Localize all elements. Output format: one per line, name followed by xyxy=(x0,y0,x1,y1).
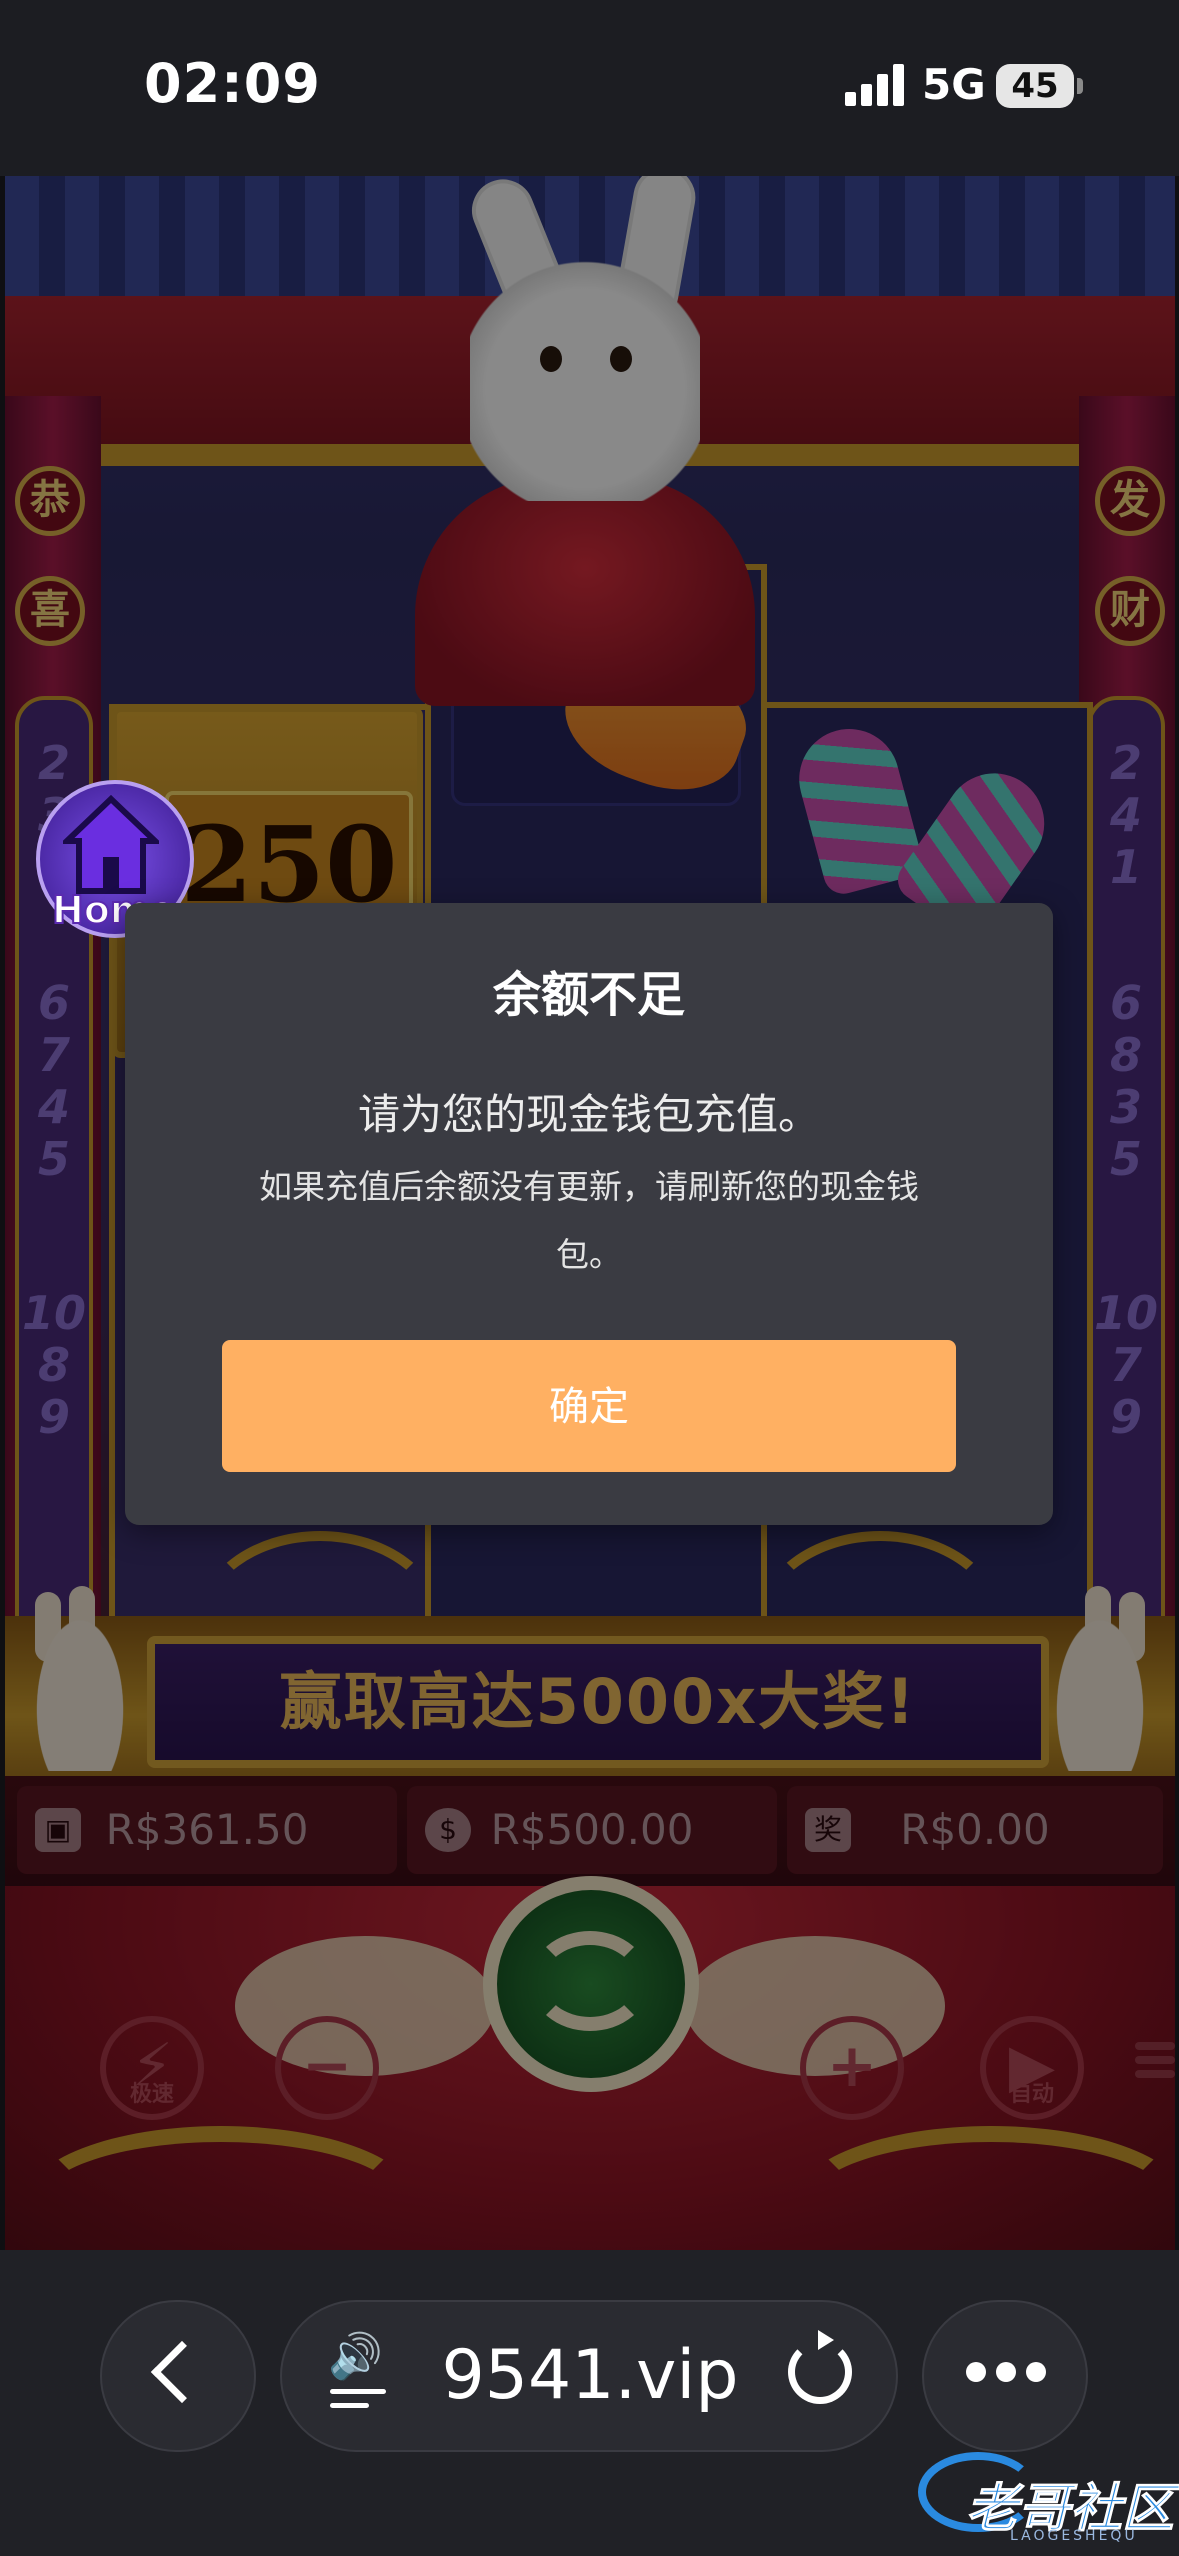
house-icon xyxy=(63,795,159,894)
dialog-title: 余额不足 xyxy=(492,967,685,1023)
battery-icon: 45 xyxy=(996,64,1074,108)
signal-icon xyxy=(845,62,907,106)
confirm-button[interactable]: 确定 xyxy=(222,1340,956,1472)
watermark-subtext: LAOGESHEQU xyxy=(1010,2528,1138,2544)
status-time: 02:09 xyxy=(144,52,321,115)
network-type: 5G xyxy=(922,60,986,109)
url-text[interactable]: 9541.vip xyxy=(430,2336,750,2415)
dialog-message: 请为您的现金钱包充值。 xyxy=(357,1090,820,1139)
more-dots-icon xyxy=(966,2362,1046,2386)
audio-playing-icon[interactable]: 🔊 xyxy=(328,2330,383,2382)
reload-arrowhead xyxy=(818,2330,834,2350)
dialog-sub-message: 如果充值后余额没有更新，请刷新您的现金钱包。 xyxy=(259,1167,919,1274)
insufficient-balance-dialog: 余额不足 请为您的现金钱包充值。 如果充值后余额没有更新，请刷新您的现金钱包。 … xyxy=(125,903,1053,1525)
battery-cap xyxy=(1077,78,1083,94)
status-bar: 02:09 5G 45 xyxy=(0,0,1179,176)
page-menu-icon[interactable] xyxy=(330,2380,386,2417)
